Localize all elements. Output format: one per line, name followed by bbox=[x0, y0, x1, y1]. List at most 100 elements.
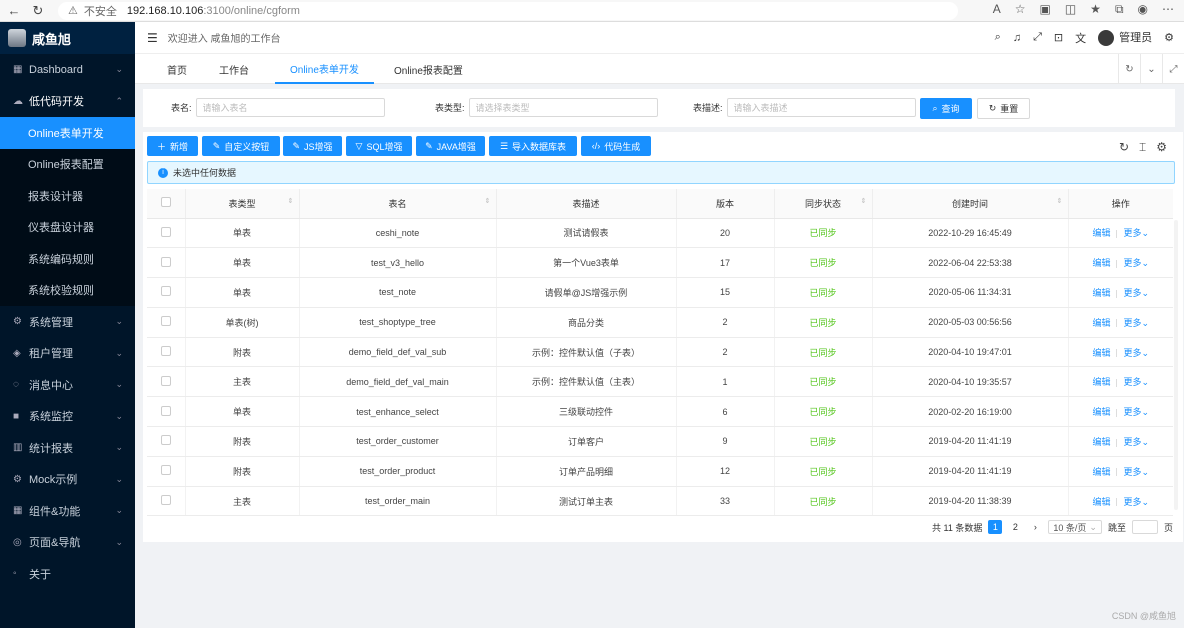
row-checkbox[interactable] bbox=[160, 405, 171, 416]
row-checkbox[interactable] bbox=[160, 256, 171, 267]
more-link[interactable]: 更多⌄ bbox=[1123, 377, 1149, 387]
edit-link[interactable]: 编辑 bbox=[1092, 288, 1110, 298]
sidebar-item-message[interactable]: ◌ 消息中心 ⌄ bbox=[0, 369, 135, 401]
gear-icon[interactable]: ⚙ bbox=[1156, 140, 1167, 155]
chevron-right-icon[interactable]: › bbox=[1028, 520, 1042, 534]
sidebar-item-dashboard-designer[interactable]: 仪表盘设计器 bbox=[0, 212, 135, 244]
refresh-icon[interactable]: ↻ bbox=[1119, 140, 1129, 155]
sidebar-item-dashboard[interactable]: ▦ Dashboard ⌄ bbox=[0, 54, 135, 86]
import-db-table-button[interactable]: ☰ 导入数据库表 bbox=[489, 136, 577, 156]
more-link[interactable]: 更多⌄ bbox=[1123, 348, 1149, 358]
sidebar-item-online-report[interactable]: Online报表配置 bbox=[0, 149, 135, 181]
fullscreen-icon[interactable]: ⤢ bbox=[1033, 31, 1042, 44]
more-link[interactable]: 更多⌄ bbox=[1123, 497, 1149, 507]
row-checkbox[interactable] bbox=[160, 286, 171, 297]
edit-link[interactable]: 编辑 bbox=[1092, 467, 1110, 477]
search-icon[interactable]: ⌕ bbox=[995, 31, 1001, 44]
more-link[interactable]: 更多⌄ bbox=[1123, 437, 1149, 447]
edit-link[interactable]: 编辑 bbox=[1092, 437, 1110, 447]
profile-icon[interactable]: ◉ bbox=[1138, 2, 1148, 17]
column-header-sync[interactable]: 同步状态 ⇕ bbox=[774, 189, 873, 219]
tab-online-form[interactable]: Online表单开发 bbox=[275, 54, 374, 84]
sidebar-item-mock[interactable]: ⚙ Mock示例 ⌄ bbox=[0, 464, 135, 496]
page-1[interactable]: 1 bbox=[988, 520, 1003, 534]
column-header-type[interactable]: 表类型 ⇕ bbox=[185, 189, 300, 219]
edit-link[interactable]: 编辑 bbox=[1092, 348, 1110, 358]
more-link[interactable]: 更多⌄ bbox=[1123, 228, 1149, 238]
tab-online-report[interactable]: Online报表配置 bbox=[394, 54, 463, 84]
edit-link[interactable]: 编辑 bbox=[1092, 228, 1110, 238]
query-button[interactable]: ⌕ 查询 bbox=[920, 98, 972, 119]
table-name-input[interactable] bbox=[195, 98, 385, 117]
tab-home[interactable]: 首页 bbox=[167, 54, 187, 84]
fullscreen-icon[interactable]: ⤢ bbox=[1162, 54, 1184, 84]
custom-button-button[interactable]: ✎ 自定义按钮 bbox=[202, 136, 280, 156]
favorites-bar-icon[interactable]: ★ bbox=[1090, 2, 1101, 17]
more-link[interactable]: 更多⌄ bbox=[1123, 288, 1149, 298]
sort-icon[interactable]: ⇕ bbox=[288, 197, 294, 205]
sidebar-item-tenant[interactable]: ◈ 租户管理 ⌄ bbox=[0, 338, 135, 370]
more-link[interactable]: 更多⌄ bbox=[1123, 467, 1149, 477]
more-icon[interactable]: ⋯ bbox=[1162, 2, 1174, 17]
edit-link[interactable]: 编辑 bbox=[1092, 318, 1110, 328]
java-enhance-button[interactable]: ✎ JAVA增强 bbox=[416, 136, 485, 156]
split-icon[interactable]: ◫ bbox=[1065, 2, 1076, 17]
row-checkbox[interactable] bbox=[160, 316, 171, 327]
sidebar-logo[interactable]: 咸鱼旭 bbox=[0, 22, 135, 54]
js-enhance-button[interactable]: ✎ JS增强 bbox=[283, 136, 342, 156]
sidebar-item-stats[interactable]: ▥ 统计报表 ⌄ bbox=[0, 432, 135, 464]
select-all-checkbox[interactable] bbox=[160, 197, 171, 208]
row-checkbox[interactable] bbox=[160, 226, 171, 237]
more-link[interactable]: 更多⌄ bbox=[1123, 318, 1149, 328]
reset-button[interactable]: ↻ 重置 bbox=[977, 98, 1030, 119]
code-generate-button[interactable]: ‹/› 代码生成 bbox=[581, 136, 651, 156]
row-checkbox[interactable] bbox=[160, 435, 171, 446]
table-desc-input[interactable] bbox=[726, 98, 916, 117]
sidebar-item-online-form[interactable]: Online表单开发 bbox=[0, 117, 135, 149]
vertical-scrollbar[interactable] bbox=[1174, 220, 1178, 510]
sidebar-item-about[interactable]: ◦ 关于 bbox=[0, 558, 135, 590]
sidebar-item-lowcode[interactable]: ☁ 低代码开发 ⌃ bbox=[0, 86, 135, 118]
sidebar-item-check-rules[interactable]: 系统校验规则 bbox=[0, 275, 135, 307]
chevron-down-icon[interactable]: ⌄ bbox=[1140, 54, 1162, 84]
edit-link[interactable]: 编辑 bbox=[1092, 258, 1110, 268]
translate-icon[interactable]: 文 bbox=[1075, 30, 1086, 46]
sidebar-item-report-designer[interactable]: 报表设计器 bbox=[0, 180, 135, 212]
sql-enhance-button[interactable]: ▽ SQL增强 bbox=[346, 136, 412, 156]
reload-icon[interactable]: ↻ bbox=[28, 1, 48, 21]
user-menu[interactable]: 管理员 bbox=[1098, 29, 1152, 47]
address-bar[interactable]: ⚠ 不安全 192.168.10.106:3100/online/cgform bbox=[58, 1, 958, 20]
sort-icon[interactable]: ⇕ bbox=[1057, 197, 1063, 205]
sidebar-item-components[interactable]: ▦ 组件&功能 ⌄ bbox=[0, 495, 135, 527]
sidebar-item-pages[interactable]: ◎ 页面&导航 ⌄ bbox=[0, 527, 135, 559]
sidebar-item-code-rules[interactable]: 系统编码规则 bbox=[0, 243, 135, 275]
column-header-name[interactable]: 表名 ⇕ bbox=[299, 189, 497, 219]
edit-link[interactable]: 编辑 bbox=[1092, 497, 1110, 507]
menu-fold-icon[interactable]: ☰ bbox=[147, 31, 158, 45]
bell-icon[interactable]: ♫ bbox=[1013, 32, 1021, 44]
favorite-icon[interactable]: ☆ bbox=[1015, 2, 1026, 17]
page-size-select[interactable]: 10 条/页 ⌄ bbox=[1048, 520, 1102, 534]
jump-input[interactable] bbox=[1131, 520, 1158, 534]
sort-icon[interactable]: ⇕ bbox=[485, 197, 491, 205]
row-checkbox[interactable] bbox=[160, 465, 171, 476]
column-header-created[interactable]: 创建时间 ⇕ bbox=[872, 189, 1069, 219]
read-aloud-icon[interactable]: A bbox=[993, 2, 1001, 17]
row-checkbox[interactable] bbox=[160, 495, 171, 506]
tab-workbench[interactable]: 工作台 bbox=[219, 54, 249, 84]
collections-icon[interactable]: ⧉ bbox=[1115, 2, 1124, 17]
table-type-select[interactable] bbox=[468, 98, 658, 117]
gear-icon[interactable]: ⚙ bbox=[1164, 31, 1174, 44]
page-2[interactable]: 2 bbox=[1008, 520, 1022, 534]
refresh-icon[interactable]: ↻ bbox=[1118, 54, 1140, 84]
extensions-icon[interactable]: ▣ bbox=[1039, 2, 1050, 17]
more-link[interactable]: 更多⌄ bbox=[1123, 258, 1149, 268]
back-icon[interactable]: ← bbox=[4, 1, 24, 21]
row-checkbox[interactable] bbox=[160, 375, 171, 386]
edit-link[interactable]: 编辑 bbox=[1092, 377, 1110, 387]
more-link[interactable]: 更多⌄ bbox=[1123, 407, 1149, 417]
sidebar-item-system[interactable]: ⚙ 系统管理 ⌄ bbox=[0, 306, 135, 338]
row-checkbox[interactable] bbox=[160, 346, 171, 357]
add-button[interactable]: ＋ 新增 bbox=[147, 136, 198, 156]
column-height-icon[interactable]: ⌶ bbox=[1139, 140, 1146, 155]
